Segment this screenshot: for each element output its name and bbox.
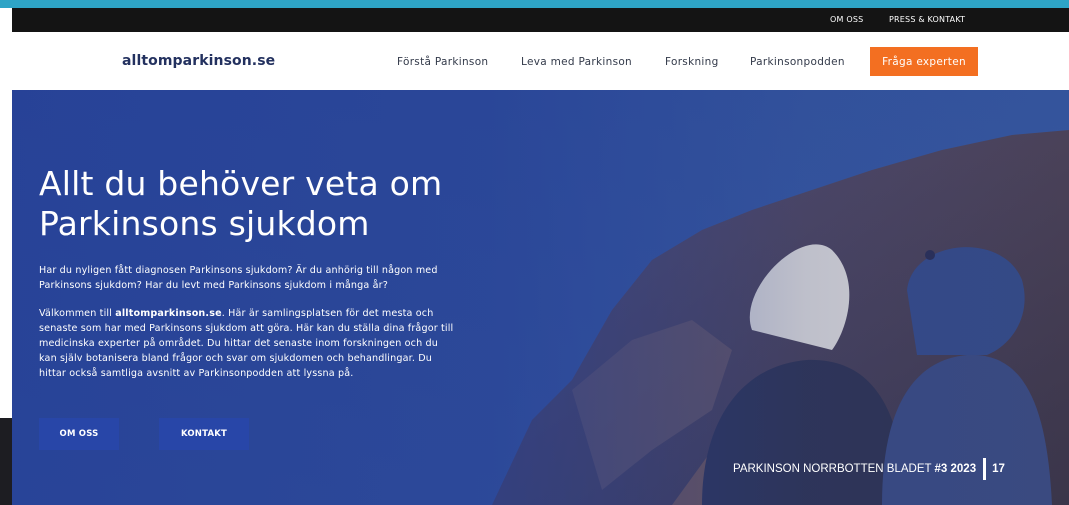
nav-link-forsta-parkinson[interactable]: Förstå Parkinson <box>397 56 488 68</box>
site-name-highlight: alltomparkinson.se <box>115 308 222 319</box>
hero-body-line-1-rest: . Här är samlingsplatsen för det mesta o… <box>221 308 434 319</box>
hero-intro-line-2: Parkinsons sjukdom? Har du levt med Park… <box>39 280 388 291</box>
contact-button[interactable]: KONTAKT <box>159 418 249 450</box>
page-margin-dark <box>0 418 12 505</box>
hero-body: Välkommen till alltomparkinson.se. Här ä… <box>39 306 534 381</box>
ask-expert-button[interactable]: Fråga experten <box>870 47 978 76</box>
main-navbar: alltomparkinson.se Förstå Parkinson Leva… <box>12 32 1069 90</box>
nav-link-leva-med-parkinson[interactable]: Leva med Parkinson <box>521 56 632 68</box>
hero-title-line-2: Parkinsons sjukdom <box>39 204 370 243</box>
accent-strip <box>0 0 1069 8</box>
hero-title: Allt du behöver veta om Parkinsons sjukd… <box>39 164 519 244</box>
page-number: 17 <box>992 463 1005 475</box>
page-margin <box>0 8 12 418</box>
issue-number: #3 2023 <box>934 463 977 475</box>
hero-title-line-1: Allt du behöver veta om <box>39 164 443 203</box>
top-link-press-kontakt[interactable]: PRESS & KONTAKT <box>889 15 965 24</box>
hero-section: Allt du behöver veta om Parkinsons sjukd… <box>12 90 1069 505</box>
hero-body-prefix: Välkommen till <box>39 308 116 319</box>
hero-body-line-4: kan själv botanisera bland frågor och sv… <box>39 353 432 364</box>
top-bar: OM OSS PRESS & KONTAKT <box>12 8 1069 32</box>
footer-divider <box>983 458 987 480</box>
hero-intro-line-1: Har du nyligen fått diagnosen Parkinsons… <box>39 265 438 276</box>
publication-name: PARKINSON NORRBOTTEN BLADET <box>733 463 932 475</box>
hero-body-line-3: medicinska experter på området. Du hitta… <box>39 338 438 349</box>
magazine-footer: PARKINSON NORRBOTTEN BLADET #3 2023 17 <box>733 458 1005 480</box>
hero-body-line-5: hittar också samtliga avsnitt av Parkins… <box>39 368 354 379</box>
nav-link-parkinsonpodden[interactable]: Parkinsonpodden <box>750 56 845 68</box>
site-logo[interactable]: alltomparkinson.se <box>122 53 275 69</box>
hero-body-line-2: senaste som har med Parkinsons sjukdom a… <box>39 323 454 334</box>
about-us-button[interactable]: OM OSS <box>39 418 119 450</box>
hero-intro: Har du nyligen fått diagnosen Parkinsons… <box>39 263 529 293</box>
nav-link-forskning[interactable]: Forskning <box>665 56 719 68</box>
top-link-om-oss[interactable]: OM OSS <box>830 15 863 24</box>
